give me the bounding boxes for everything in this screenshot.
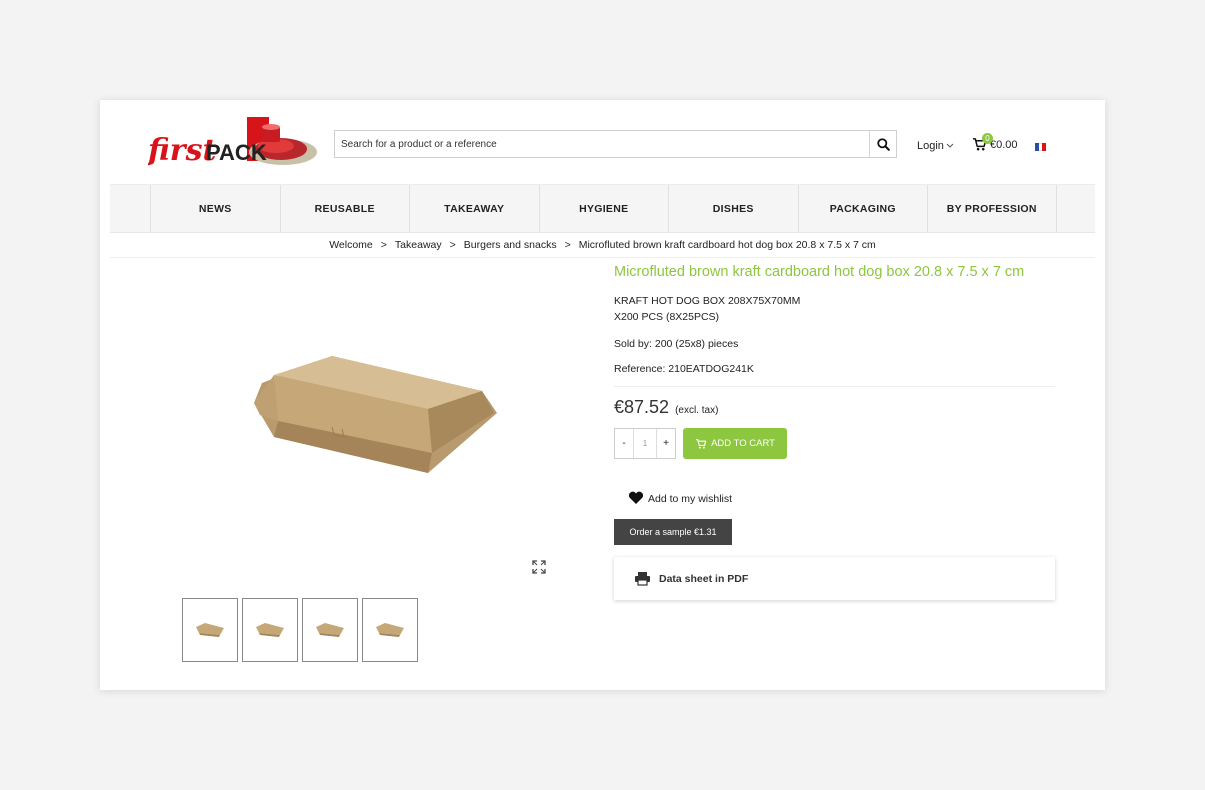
thumbnail-strip (182, 598, 418, 662)
product-description: KRAFT HOT DOG BOX 208X75X70MM X200 PCS (… (614, 293, 1055, 325)
breadcrumb-separator: > (564, 239, 571, 251)
description-line: X200 PCS (8X25PCS) (614, 311, 720, 323)
search-icon (876, 137, 890, 151)
data-sheet-label: Data sheet in PDF (659, 572, 749, 585)
quantity-increase-button[interactable]: + (657, 429, 675, 458)
login-label: Login (917, 140, 944, 152)
product-reference: Reference: 210EATDOG241K (614, 363, 754, 375)
nav-item-hygiene[interactable]: HYGIENE (538, 185, 669, 232)
nav-item-by-profession[interactable]: BY PROFESSION (927, 185, 1057, 232)
description-line: KRAFT HOT DOG BOX 208X75X70MM (614, 295, 801, 307)
quantity-input[interactable]: 1 (633, 429, 657, 458)
product-thumbnail[interactable] (362, 598, 418, 662)
heart-icon (628, 491, 644, 504)
nav-item-news[interactable]: NEWS (150, 185, 280, 232)
sold-by: Sold by: 200 (25x8) pieces (614, 338, 739, 350)
site-header: first PACK Login (110, 110, 1095, 185)
expand-icon[interactable] (532, 560, 546, 574)
breadcrumb-burgers-and-snacks[interactable]: Burgers and snacks (464, 239, 557, 251)
search-button[interactable] (869, 131, 896, 157)
order-sample-button[interactable]: Order a sample €1.31 (614, 519, 732, 545)
printer-icon (635, 572, 650, 586)
login-menu[interactable]: Login (917, 140, 954, 152)
product-thumbnail[interactable] (182, 598, 238, 662)
purchase-row: - 1 + ADD TO CART (614, 428, 1055, 459)
cart-widget[interactable]: 0 €0.00 (972, 133, 1018, 151)
cart-icon (696, 438, 707, 449)
first-pack-logo[interactable]: first PACK (146, 116, 318, 176)
nav-item-packaging[interactable]: PACKAGING (797, 185, 928, 232)
search-bar (334, 130, 897, 158)
search-input[interactable] (335, 131, 869, 157)
divider (614, 386, 1055, 387)
nav-item-dishes[interactable]: DISHES (668, 185, 798, 232)
quantity-stepper: - 1 + (614, 428, 676, 459)
wishlist-label: Add to my wishlist (648, 493, 733, 505)
data-sheet-pdf-link[interactable]: Data sheet in PDF (614, 557, 1055, 600)
main-nav: NEWS REUSABLE TAKEAWAY HYGIENE DISHES PA… (110, 185, 1095, 233)
product-info: Microfluted brown kraft cardboard hot do… (614, 263, 1055, 600)
cart-count-badge: 0 (982, 133, 993, 144)
product-price: €87.52 (614, 397, 670, 417)
nav-item-reusable[interactable]: REUSABLE (279, 185, 410, 232)
add-to-cart-label: ADD TO CART (711, 438, 775, 449)
nav-item-takeaway[interactable]: TAKEAWAY (409, 185, 539, 232)
breadcrumb-separator: > (380, 239, 387, 251)
svg-text:PACK: PACK (206, 140, 267, 165)
cart-total: €0.00 (990, 138, 1018, 151)
add-to-wishlist-link[interactable]: Add to my wishlist (628, 491, 1055, 505)
breadcrumb-separator: > (449, 239, 456, 251)
breadcrumb: Welcome > Takeaway > Burgers and snacks … (110, 233, 1095, 258)
product-title: Microfluted brown kraft cardboard hot do… (614, 264, 1025, 280)
breadcrumb-takeaway[interactable]: Takeaway (395, 239, 442, 251)
french-flag-icon[interactable] (1035, 143, 1047, 151)
tax-note: (excl. tax) (675, 405, 719, 416)
product-thumbnail[interactable] (242, 598, 298, 662)
breadcrumb-welcome[interactable]: Welcome (329, 239, 373, 251)
breadcrumb-current: Microfluted brown kraft cardboard hot do… (578, 239, 876, 251)
quantity-decrease-button[interactable]: - (615, 429, 633, 458)
price-row: €87.52 (excl. tax) (614, 397, 1055, 418)
chevron-down-icon (946, 143, 954, 148)
add-to-cart-button[interactable]: ADD TO CART (683, 428, 787, 459)
product-main-image[interactable] (182, 263, 558, 585)
page-frame: first PACK Login (100, 100, 1105, 690)
product-thumbnail[interactable] (302, 598, 358, 662)
